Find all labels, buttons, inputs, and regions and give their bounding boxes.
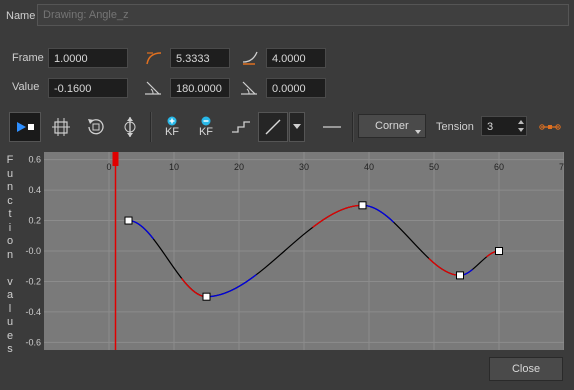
add-keyframe-label: KF — [164, 126, 180, 138]
keyframe-point[interactable] — [495, 247, 503, 255]
x-tick-label: 10 — [169, 162, 179, 172]
handle-icon — [539, 124, 561, 130]
x-tick-label: 0 — [106, 162, 111, 172]
toolbar-separator — [150, 112, 152, 142]
stop-motion-button[interactable] — [227, 113, 255, 141]
y-tick-label: -0.4 — [25, 307, 41, 317]
x-tick-label: 50 — [429, 162, 439, 172]
add-keyframe-button[interactable]: KF — [158, 112, 186, 142]
x-tick-label: 30 — [299, 162, 309, 172]
frame-field[interactable]: 1.0000 — [48, 48, 128, 68]
handle-toggle-button[interactable] — [536, 113, 564, 141]
corner-dropdown[interactable]: Corner — [358, 114, 426, 138]
y-tick-label: -0.6 — [25, 337, 41, 347]
keyframe-point[interactable] — [456, 271, 464, 280]
select-mode-button[interactable] — [9, 112, 41, 142]
keyframe-point[interactable] — [358, 201, 367, 210]
frame-all-icon — [52, 118, 70, 136]
dropdown-corner-icon — [415, 130, 421, 134]
keyframe-point[interactable] — [202, 292, 211, 301]
frame-label: Frame — [12, 52, 44, 64]
play-select-icon — [17, 122, 34, 132]
function-values-text: Function values — [6, 154, 14, 355]
reset-view-icon — [88, 119, 104, 135]
y-tick-label: 0.2 — [28, 216, 41, 226]
minus-icon — [201, 116, 211, 126]
y-tick-label: -0.0 — [25, 246, 41, 256]
right-handle-x-field[interactable]: 4.0000 — [266, 48, 326, 68]
x-tick-label: 60 — [494, 162, 504, 172]
function-values-title: Function values — [3, 154, 17, 357]
frame-all-button[interactable] — [47, 113, 75, 141]
left-handle-ease-icon — [144, 48, 164, 68]
interpolation-dropdown[interactable] — [289, 112, 305, 142]
flat-line-icon — [323, 126, 341, 128]
name-label: Name — [6, 10, 36, 22]
tension-label: Tension — [436, 121, 474, 133]
x-tick-label: 20 — [234, 162, 244, 172]
function-curve-graph[interactable]: 0 10 20 30 40 50 60 70 0.6 0.4 0.2 -0.0 -0.2 -0.4 -0.6 — [20, 152, 564, 350]
right-angle-field[interactable]: 0.0000 — [266, 78, 326, 98]
center-view-icon — [124, 117, 136, 137]
y-tick-label: 0.4 — [28, 185, 41, 195]
x-tick-label: 40 — [364, 162, 374, 172]
keyframe-point[interactable] — [124, 216, 133, 225]
playhead-marker — [112, 152, 119, 166]
left-angle-field[interactable]: 180.0000 — [170, 78, 230, 98]
y-tick-label: 0.6 — [28, 155, 41, 165]
interpolation-button[interactable] — [258, 112, 288, 142]
reset-view-button[interactable] — [82, 113, 110, 141]
right-handle-ease-icon — [240, 48, 260, 68]
remove-keyframe-label: KF — [198, 126, 214, 138]
constant-segment-button[interactable] — [318, 113, 346, 141]
chevron-down-icon — [293, 124, 301, 129]
center-view-button[interactable] — [116, 113, 144, 141]
y-tick-label: -0.2 — [25, 276, 41, 286]
value-label: Value — [12, 81, 40, 93]
right-angle-icon — [238, 78, 260, 98]
step-icon — [232, 121, 250, 133]
plus-icon — [167, 116, 177, 126]
remove-keyframe-button[interactable]: KF — [192, 112, 220, 142]
corner-label: Corner — [375, 120, 409, 132]
left-angle-icon — [142, 78, 164, 98]
toolbar-separator-2 — [352, 112, 354, 142]
spinner-icon[interactable] — [517, 118, 525, 134]
name-field[interactable] — [37, 4, 569, 26]
close-button[interactable]: Close — [489, 357, 563, 381]
linear-icon — [265, 119, 281, 135]
left-handle-x-field[interactable]: 5.3333 — [170, 48, 230, 68]
x-tick-label: 70 — [559, 162, 564, 172]
value-field[interactable]: -0.1600 — [48, 78, 128, 98]
